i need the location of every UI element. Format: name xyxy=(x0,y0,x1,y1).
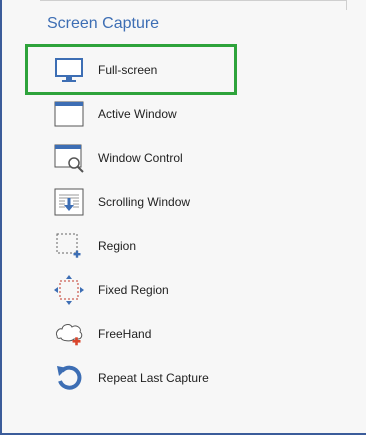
menu-item-label: Scrolling Window xyxy=(98,195,191,209)
menu-item-region[interactable]: Region xyxy=(52,226,332,266)
window-icon xyxy=(52,97,86,131)
menu-item-label: Fixed Region xyxy=(98,283,169,297)
repeat-icon xyxy=(52,361,86,395)
menu-item-label: Window Control xyxy=(98,151,183,165)
menu-item-window-control[interactable]: Window Control xyxy=(52,138,332,178)
menu-item-label: Full-screen xyxy=(98,63,158,77)
region-icon xyxy=(52,229,86,263)
right-divider xyxy=(346,0,347,10)
freehand-icon xyxy=(52,317,86,351)
menu-item-scrolling-window[interactable]: Scrolling Window xyxy=(52,182,332,222)
menu-item-label: Repeat Last Capture xyxy=(98,371,209,385)
menu-item-label: Active Window xyxy=(98,107,177,121)
section-title: Screen Capture xyxy=(47,15,160,32)
window-control-icon xyxy=(52,141,86,175)
screen-capture-panel: Screen Capture Full-screen Active Window xyxy=(0,0,366,435)
top-divider xyxy=(40,0,346,1)
menu-item-freehand[interactable]: FreeHand xyxy=(52,314,332,354)
monitor-icon xyxy=(52,53,86,87)
menu-item-active-window[interactable]: Active Window xyxy=(52,94,332,134)
menu-item-label: Region xyxy=(98,239,137,253)
menu-item-repeat-last-capture[interactable]: Repeat Last Capture xyxy=(52,358,332,398)
fixed-region-icon xyxy=(52,273,86,307)
menu-item-full-screen[interactable]: Full-screen xyxy=(52,50,332,90)
scrolling-window-icon xyxy=(52,185,86,219)
menu-item-fixed-region[interactable]: Fixed Region xyxy=(52,270,332,310)
menu-item-label: FreeHand xyxy=(98,327,152,341)
